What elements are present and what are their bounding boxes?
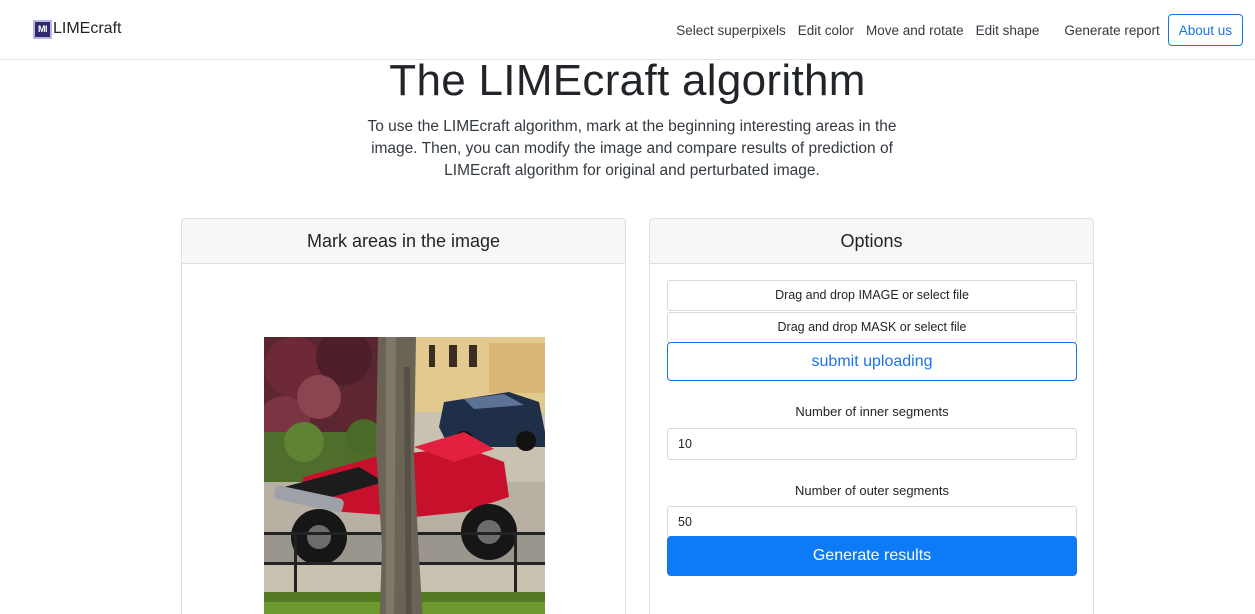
page-description: To use the LIMEcraft algorithm, mark at … xyxy=(367,118,897,179)
motorcycle-photo xyxy=(264,337,545,614)
outer-segments-label: Number of outer segments xyxy=(795,483,949,498)
page-title: The LIMEcraft algorithm xyxy=(389,56,866,105)
brand-name: LIMEcraft xyxy=(53,20,122,37)
nav-edit-shape[interactable]: Edit shape xyxy=(970,23,1046,38)
navbar: MI LIMEcraft Select superpixels Edit col… xyxy=(0,0,1255,60)
submit-uploading-button[interactable]: submit uploading xyxy=(667,342,1077,381)
generate-results-button[interactable]: Generate results xyxy=(667,536,1077,576)
options-card: Options Drag and drop IMAGE or select fi… xyxy=(649,218,1094,614)
about-us-button[interactable]: About us xyxy=(1167,14,1243,46)
mask-dropzone[interactable]: Drag and drop MASK or select file xyxy=(667,312,1077,343)
outer-segments-input[interactable] xyxy=(667,506,1077,538)
brand-logo-icon: MI xyxy=(33,19,52,39)
nav-move-and-rotate[interactable]: Move and rotate xyxy=(860,23,970,38)
inner-segments-input[interactable] xyxy=(667,428,1077,460)
brand[interactable]: MI LIMEcraft xyxy=(33,17,121,41)
nav-edit-color[interactable]: Edit color xyxy=(792,23,860,38)
image-dropzone[interactable]: Drag and drop IMAGE or select file xyxy=(667,280,1077,311)
mark-areas-card: Mark areas in the image xyxy=(181,218,626,614)
nav-generate-report[interactable]: Generate report xyxy=(1058,23,1165,38)
mark-areas-card-header: Mark areas in the image xyxy=(182,219,625,264)
nav-links: Select superpixels Edit color Move and r… xyxy=(670,14,1243,46)
inner-segments-label: Number of inner segments xyxy=(795,404,949,419)
image-canvas[interactable] xyxy=(264,337,545,614)
options-card-header: Options xyxy=(650,219,1093,264)
nav-select-superpixels[interactable]: Select superpixels xyxy=(670,23,792,38)
